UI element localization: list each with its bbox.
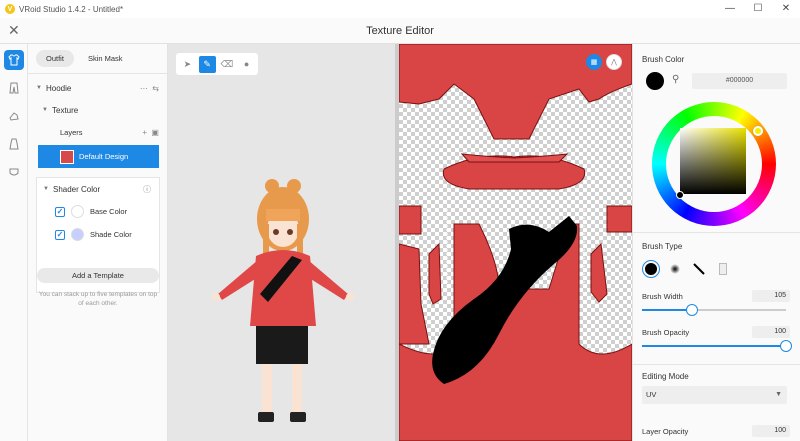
model-viewport[interactable]: ➤ ✎ ⌫ ● xyxy=(168,44,395,441)
chevron-down-icon: ▼ xyxy=(775,391,782,398)
divider xyxy=(633,364,800,365)
window-title: VRoid Studio 1.4.2 - Untitled* xyxy=(19,4,124,14)
close-editor-icon[interactable]: ✕ xyxy=(8,22,20,39)
dress-icon[interactable] xyxy=(4,134,24,154)
brush-opacity-value[interactable]: 100 xyxy=(752,326,790,338)
slider-track[interactable] xyxy=(642,304,786,316)
tab-skin-mask[interactable]: Skin Mask xyxy=(78,50,133,67)
window-controls: — ☐ ✕ xyxy=(716,0,800,18)
page-title: Texture Editor xyxy=(366,24,434,37)
outfit-panel: Outfit Skin Mask ▼ Hoodie ⋯ ⇆ ▼ Texture … xyxy=(28,44,168,441)
divider xyxy=(633,232,800,233)
hex-color-input[interactable]: #000000 xyxy=(692,73,787,89)
brush-color-title: Brush Color xyxy=(642,55,685,64)
brush-settings-panel: Brush Color ⚲ #000000 Brush Type Brush W… xyxy=(632,44,800,441)
current-color-swatch[interactable] xyxy=(646,72,664,90)
shade-color-label: Shade Color xyxy=(90,230,132,239)
grid-view-icon[interactable]: ▦ xyxy=(586,54,602,70)
tab-outfit[interactable]: Outfit xyxy=(36,50,74,67)
minimize-button[interactable]: — xyxy=(716,0,744,18)
close-window-button[interactable]: ✕ xyxy=(772,0,800,18)
uv-view-buttons: ▦ ⋀ xyxy=(586,54,622,70)
layer-opacity-slider: Layer Opacity 100 xyxy=(642,425,790,437)
brush-width-slider: Brush Width 105 xyxy=(642,290,790,316)
chevron-down-icon: ▼ xyxy=(36,85,42,91)
editor-header: ✕ Texture Editor xyxy=(0,18,800,44)
panel-tabs: Outfit Skin Mask xyxy=(28,44,167,74)
brush-width-value[interactable]: 105 xyxy=(752,290,790,302)
mirror-icon[interactable]: ⋀ xyxy=(606,54,622,70)
eyedropper-icon[interactable]: ⚲ xyxy=(672,74,679,85)
hoodie-section[interactable]: ▼ Hoodie ⋯ ⇆ xyxy=(28,77,167,99)
shoe-icon[interactable] xyxy=(4,106,24,126)
line-brush-icon[interactable] xyxy=(690,260,708,278)
base-color-row: ✓ Base Color xyxy=(37,200,159,223)
more-icon[interactable]: ⋯ ⇆ xyxy=(140,84,159,93)
slider-fill xyxy=(642,309,693,311)
saturation-value-square[interactable] xyxy=(680,128,746,194)
window-titlebar: V VRoid Studio 1.4.2 - Untitled* — ☐ ✕ xyxy=(0,0,800,18)
soft-brush-icon[interactable] xyxy=(666,260,684,278)
category-iconbar xyxy=(0,44,28,441)
brush-opacity-label: Brush Opacity xyxy=(642,328,690,337)
texture-brush-icon[interactable] xyxy=(714,260,732,278)
hue-knob[interactable] xyxy=(753,126,763,136)
editing-mode-select[interactable]: UV ▼ xyxy=(642,386,787,404)
template-note: You can stack up to five templates on to… xyxy=(38,291,158,308)
chevron-down-icon: ▼ xyxy=(42,107,48,113)
layer-default-design[interactable]: Default Design xyxy=(38,145,159,168)
shade-color-swatch[interactable] xyxy=(71,228,84,241)
pants-icon[interactable] xyxy=(4,78,24,98)
layer-name: Default Design xyxy=(79,152,129,161)
texture-section[interactable]: ▼ Texture xyxy=(28,99,167,121)
base-color-checkbox[interactable]: ✓ xyxy=(55,206,65,217)
layers-header: Layers + ▣ xyxy=(28,121,167,143)
item-name: Hoodie xyxy=(46,83,72,93)
brush-type-options xyxy=(642,260,732,278)
editing-mode-value: UV xyxy=(646,390,657,399)
brush-opacity-slider: Brush Opacity 100 xyxy=(642,326,792,352)
vroid-app-icon: V xyxy=(5,4,15,14)
uv-islands xyxy=(399,44,632,441)
slider-knob[interactable] xyxy=(686,304,699,316)
shader-color-label: Shader Color xyxy=(53,184,101,194)
add-layer-icon[interactable]: + ▣ xyxy=(142,128,159,137)
add-template-button[interactable]: Add a Template xyxy=(37,268,159,283)
shade-color-row: ✓ Shade Color xyxy=(37,223,159,246)
slider-track[interactable] xyxy=(642,340,792,352)
base-color-label: Base Color xyxy=(90,207,128,216)
editing-mode-title: Editing Mode xyxy=(642,372,689,381)
layer-opacity-value[interactable]: 100 xyxy=(752,425,790,437)
slider-fill xyxy=(642,345,786,347)
sv-knob[interactable] xyxy=(676,191,684,199)
shirt-icon[interactable] xyxy=(3,50,24,70)
maximize-button[interactable]: ☐ xyxy=(744,0,772,18)
shade-color-checkbox[interactable]: ✓ xyxy=(55,229,65,240)
uv-texture-canvas[interactable]: ▦ ⋀ xyxy=(399,44,632,441)
brush-type-title: Brush Type xyxy=(642,242,683,251)
brush-width-label: Brush Width xyxy=(642,292,683,301)
accessory-icon[interactable] xyxy=(4,162,24,182)
base-color-swatch[interactable] xyxy=(71,205,84,218)
chevron-down-icon: ▼ xyxy=(43,186,49,192)
layer-thumbnail xyxy=(60,149,74,164)
layer-opacity-label: Layer Opacity xyxy=(642,427,689,436)
character-model xyxy=(212,179,354,422)
help-icon[interactable]: ⓘ xyxy=(143,184,151,195)
texture-label: Texture xyxy=(52,105,79,115)
slider-knob[interactable] xyxy=(780,340,792,352)
hard-brush-icon[interactable] xyxy=(642,260,660,278)
layers-label: Layers xyxy=(60,127,83,137)
shader-color-header[interactable]: ▼ Shader Color ⓘ xyxy=(37,178,159,200)
